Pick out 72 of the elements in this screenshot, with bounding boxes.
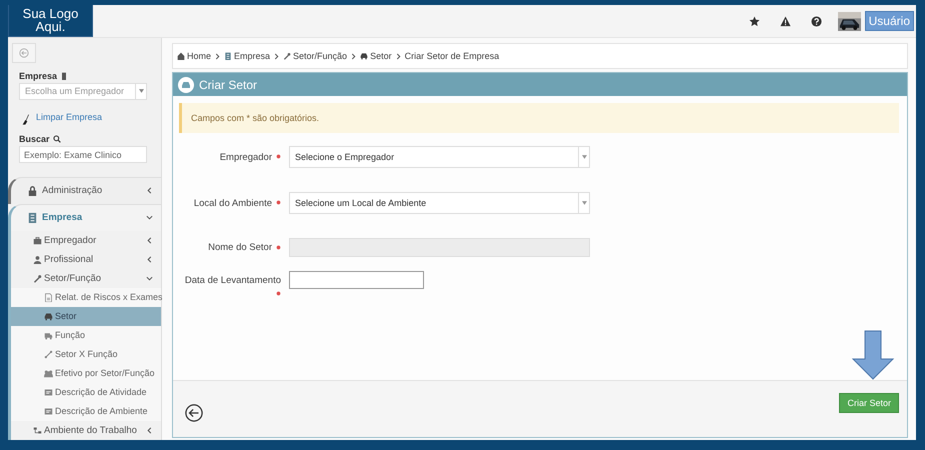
menu-label: Descrição de Atividade <box>55 387 148 398</box>
truck-icon <box>44 330 53 340</box>
lock-icon <box>27 185 38 196</box>
panel-title: Criar Setor <box>199 78 258 92</box>
house-icon <box>177 52 185 60</box>
menu-label: Setor/Função <box>44 272 102 284</box>
company-label: Empresa <box>19 70 58 81</box>
field-label: Empregador <box>220 152 272 162</box>
wrench-icon <box>283 52 292 60</box>
menu-item[interactable]: Administração <box>8 176 161 204</box>
field-label: Data de Levantamento <box>184 275 281 286</box>
person-icon <box>33 254 42 264</box>
list-icon <box>44 388 53 397</box>
car-icon <box>44 312 53 321</box>
menu-label: Setor X Função <box>55 349 119 360</box>
group-icon <box>44 368 53 378</box>
menu-item[interactable]: Setor <box>8 306 161 326</box>
chevron-right-icon <box>396 52 401 60</box>
link-icon <box>44 350 53 359</box>
menu-item[interactable]: Descrição de Ambiente <box>8 402 161 421</box>
menu-label: Efetivo por Setor/Função <box>55 368 155 378</box>
tree-icon <box>33 426 42 435</box>
search-label: Buscar <box>19 134 50 144</box>
menu-item[interactable]: Setor X Função <box>8 344 161 364</box>
warning-icon[interactable] <box>780 16 791 26</box>
briefcase-icon <box>33 236 42 245</box>
date-field[interactable] <box>289 271 424 289</box>
menu-label: Empresa <box>42 212 84 224</box>
star-icon[interactable] <box>748 16 760 26</box>
menu-label: Relat. de Riscos x Exames <box>55 292 163 302</box>
select-field[interactable]: Selecione o Empregador <box>289 146 590 168</box>
breadcrumb-link[interactable]: Setor/Função <box>293 51 348 61</box>
breadcrumb-link[interactable]: Setor <box>370 51 392 61</box>
caret-icon <box>582 155 586 159</box>
menu-label: Setor <box>55 311 78 322</box>
back-icon[interactable] <box>185 404 203 422</box>
menu-label: Descrição de Ambiente <box>55 406 149 416</box>
breadcrumb-link[interactable]: Empresa <box>234 51 270 61</box>
caret-icon <box>138 89 144 94</box>
chevron-right-icon <box>215 52 220 60</box>
chevron-right-icon <box>274 52 280 60</box>
menu-label: Administração <box>42 185 104 196</box>
menu-item[interactable]: Relat. de Riscos x Exames <box>8 288 161 307</box>
menu-item[interactable]: Função <box>8 326 161 345</box>
car-icon <box>360 52 368 60</box>
arrow-left-icon <box>19 48 29 58</box>
menu-item[interactable]: Empresa <box>8 204 161 231</box>
help-icon[interactable] <box>810 16 822 26</box>
menu-label: Ambiente do Trabalho <box>44 424 138 436</box>
broom-icon <box>22 114 30 126</box>
breadcrumb-link[interactable]: Home <box>187 51 212 61</box>
field-label: Local do Ambiente <box>194 198 272 208</box>
menu-item[interactable]: Efetivo por Setor/Função <box>8 364 161 383</box>
menu-item[interactable]: Descrição de Atividade <box>8 382 161 402</box>
clear-company-link[interactable]: Limpar Empresa <box>36 112 102 122</box>
down-arrow-annotation <box>851 330 895 380</box>
search-icon <box>52 135 61 144</box>
menu-label: Empregador <box>44 234 98 246</box>
list-icon <box>44 406 53 416</box>
chevron-right-icon <box>351 52 356 60</box>
breadcrumb-current: Criar Setor de Empresa <box>404 51 500 61</box>
menu-label: Profissional <box>44 254 94 265</box>
select-field[interactable]: Selecione um Local de Ambiente <box>289 192 590 214</box>
wrench-icon <box>33 274 42 283</box>
menu-label: Função <box>55 330 86 340</box>
document-icon <box>44 292 53 302</box>
alert-message: Campos com * são obrigatórios. <box>179 103 899 133</box>
caret-icon <box>582 201 586 205</box>
logo[interactable]: Sua Logo Aqui. <box>8 5 93 37</box>
search-field[interactable]: Exemplo: Exame Clinico <box>19 146 147 163</box>
field-label: Nome do Setor <box>208 242 272 253</box>
car-icon <box>178 76 194 92</box>
